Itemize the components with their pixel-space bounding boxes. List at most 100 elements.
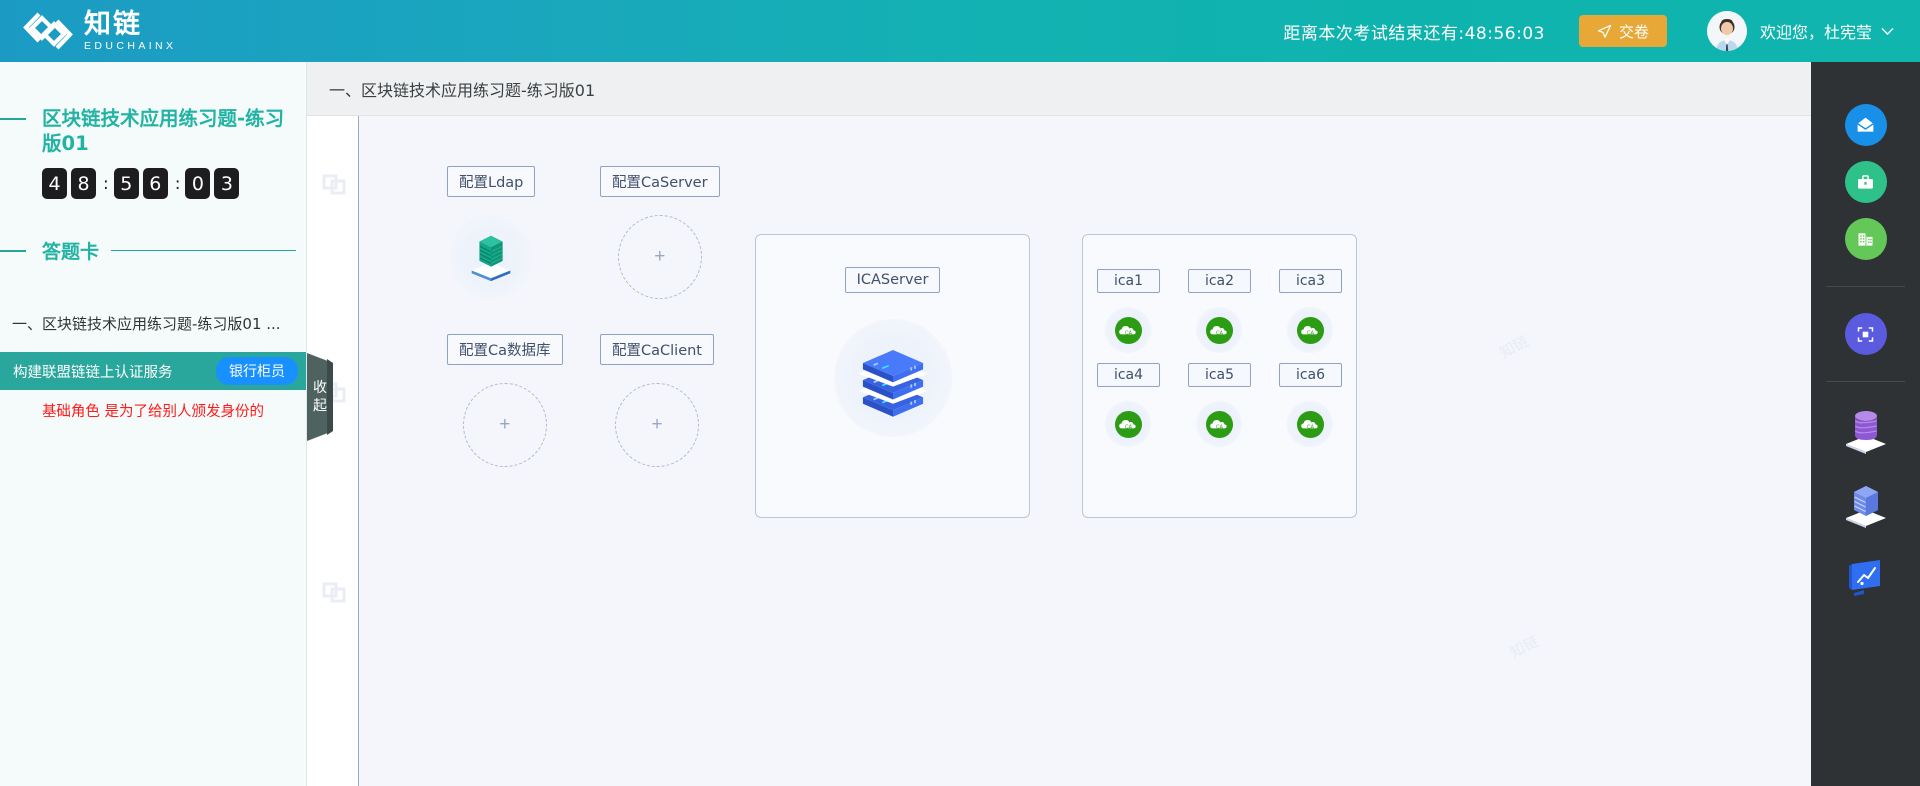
node-label[interactable]: 配置CaClient xyxy=(600,334,714,365)
node-icon-slot-empty[interactable]: + xyxy=(617,215,702,299)
top-header: 知链 EDUCHAINX 距离本次考试结束还有:48:56:03 交卷 欢迎您，… xyxy=(0,0,1920,62)
node-configure-caclient[interactable]: 配置CaClient + xyxy=(600,334,714,467)
ica-node[interactable]: ica4 CA xyxy=(1096,363,1161,447)
rail-item-mail[interactable] xyxy=(1844,104,1887,146)
collapse-handle-shape xyxy=(307,353,333,441)
node-label[interactable]: ICAServer xyxy=(844,267,941,293)
node-configure-ca-database[interactable]: 配置Ca数据库 + xyxy=(447,334,563,467)
left-sidebar: 区块链技术应用练习题-练习版01 4 8 : 5 6 : 0 3 答题卡 一、区… xyxy=(0,62,307,786)
cube-stack-icon xyxy=(1845,486,1886,528)
ica-label[interactable]: ica1 xyxy=(1096,269,1161,293)
node-icaserver[interactable]: ICAServer xyxy=(833,267,952,437)
ica-icon-slot[interactable]: CA xyxy=(1196,401,1243,447)
exam-title-row: 区块链技术应用练习题-练习版01 xyxy=(0,106,306,156)
ica-icon-slot[interactable]: CA xyxy=(1287,401,1334,447)
rail-item-building[interactable] xyxy=(1844,218,1887,260)
layers-green-icon xyxy=(471,235,511,282)
header-right-group: 距离本次考试结束还有:48:56:03 交卷 欢迎您，杜宪莹 xyxy=(1283,11,1894,51)
rail-item-briefcase[interactable] xyxy=(1844,161,1887,203)
answer-card-title: 答题卡 xyxy=(42,241,100,263)
node-icon-slot[interactable] xyxy=(833,319,952,437)
ica-icon-slot[interactable]: CA xyxy=(1196,307,1243,353)
svg-text:CA: CA xyxy=(1125,424,1133,430)
svg-text:CA: CA xyxy=(1216,424,1224,430)
send-icon xyxy=(1597,24,1612,38)
ica-node[interactable]: ica2 CA xyxy=(1187,269,1252,353)
cloud-ca-green-icon: CA xyxy=(1205,316,1234,344)
role-badge[interactable]: 银行柜员 xyxy=(216,357,298,385)
countdown-digit: 0 xyxy=(185,168,211,199)
database-cylinder-icon xyxy=(1845,411,1886,454)
right-tool-rail xyxy=(1811,62,1920,786)
countdown-digit: 5 xyxy=(113,168,139,199)
add-placeholder: + xyxy=(651,414,663,435)
node-icon-slot[interactable] xyxy=(449,215,534,299)
breadcrumb-text: 一、区块链技术应用练习题-练习版01 xyxy=(329,80,596,100)
avatar[interactable] xyxy=(1706,11,1747,51)
sidebar-item-active-question[interactable]: 构建联盟链链上认证服务 银行柜员 xyxy=(0,352,306,390)
brand-logo[interactable]: 知链 EDUCHAINX xyxy=(22,8,176,54)
exam-title: 区块链技术应用练习题-练习版01 xyxy=(42,107,285,155)
ica-icon-slot[interactable]: CA xyxy=(1287,307,1334,353)
cloud-ca-green-icon: CA xyxy=(1114,410,1143,438)
countdown-colon: : xyxy=(103,173,109,194)
node-label[interactable]: 配置Ca数据库 xyxy=(447,334,563,365)
node-label[interactable]: 配置CaServer xyxy=(600,166,720,197)
panel-ica-group[interactable]: ica1 CA ica2 CA ica3 CA ica4 CA ica5 CA … xyxy=(1082,234,1357,518)
ghost-logo-icon xyxy=(322,582,346,603)
rail-item-database[interactable] xyxy=(1840,404,1892,456)
submit-exam-label: 交卷 xyxy=(1618,22,1649,41)
node-label[interactable]: 配置Ldap xyxy=(447,166,536,197)
ica-grid: ica1 CA ica2 CA ica3 CA ica4 CA ica5 CA … xyxy=(1083,235,1356,517)
svg-text:CA: CA xyxy=(1216,330,1224,336)
ica-node[interactable]: ica6 CA xyxy=(1278,363,1343,447)
sidebar-collapse-handle[interactable]: 收 起 xyxy=(307,347,333,447)
countdown-digit: 4 xyxy=(42,168,67,199)
add-placeholder: + xyxy=(654,246,666,267)
ica-node[interactable]: ica3 CA xyxy=(1278,269,1343,353)
rail-item-monitor[interactable] xyxy=(1840,552,1892,604)
ica-label[interactable]: ica4 xyxy=(1096,363,1161,387)
countdown-timer: 4 8 : 5 6 : 0 3 xyxy=(42,168,306,199)
briefcase-icon xyxy=(1858,174,1873,189)
node-icon-slot-empty[interactable]: + xyxy=(615,383,699,467)
ica-icon-slot[interactable]: CA xyxy=(1105,401,1152,447)
submit-exam-button[interactable]: 交卷 xyxy=(1578,15,1667,47)
node-icon-slot-empty[interactable]: + xyxy=(462,383,547,467)
ghost-logo-icon xyxy=(322,174,346,195)
ica-label[interactable]: ica2 xyxy=(1187,269,1252,293)
svg-text:CA: CA xyxy=(1307,330,1315,336)
rail-item-scan[interactable] xyxy=(1844,313,1887,355)
ica-node[interactable]: ica1 CA xyxy=(1096,269,1161,353)
answer-card-rule xyxy=(111,250,296,251)
chevron-down-icon[interactable] xyxy=(1881,27,1894,36)
diagram-canvas[interactable]: 知链 知链 配置Ldap 配置CaServer + 配置Ca数据库 + 配置Ca… xyxy=(359,116,1811,786)
node-configure-ldap[interactable]: 配置Ldap xyxy=(447,166,536,299)
palette-rail[interactable] xyxy=(307,116,359,786)
cloud-ca-green-icon: CA xyxy=(1205,410,1234,438)
countdown-digit: 3 xyxy=(214,168,240,199)
educhainx-logo-icon xyxy=(23,12,73,50)
breadcrumb: 一、区块链技术应用练习题-练习版01 xyxy=(307,62,1811,116)
header-countdown: 距离本次考试结束还有:48:56:03 xyxy=(1283,23,1545,44)
ica-label[interactable]: ica5 xyxy=(1187,363,1252,387)
rail-divider xyxy=(1826,381,1905,382)
user-greeting[interactable]: 欢迎您，杜宪莹 xyxy=(1760,19,1872,43)
envelope-icon xyxy=(1857,117,1874,132)
question-group-title[interactable]: 一、区块链技术应用练习题-练习版01 ... xyxy=(0,314,306,334)
ica-icon-slot[interactable]: CA xyxy=(1105,307,1152,353)
building-icon xyxy=(1858,232,1873,246)
node-configure-caserver[interactable]: 配置CaServer + xyxy=(600,166,720,299)
add-placeholder: + xyxy=(499,414,511,435)
ica-label[interactable]: ica6 xyxy=(1278,363,1343,387)
panel-icaserver[interactable]: ICAServer xyxy=(755,234,1030,518)
active-question-label: 构建联盟链链上认证服务 xyxy=(13,364,173,381)
ica-label[interactable]: ica3 xyxy=(1278,269,1343,293)
avatar-icon xyxy=(1706,11,1747,51)
svg-text:CA: CA xyxy=(1125,330,1133,336)
rail-item-cube-stack[interactable] xyxy=(1840,478,1892,530)
answer-card-dash xyxy=(0,249,26,252)
ica-node[interactable]: ica5 CA xyxy=(1187,363,1252,447)
answer-card-header: 答题卡 xyxy=(0,237,306,264)
scan-frame-icon xyxy=(1857,326,1874,342)
